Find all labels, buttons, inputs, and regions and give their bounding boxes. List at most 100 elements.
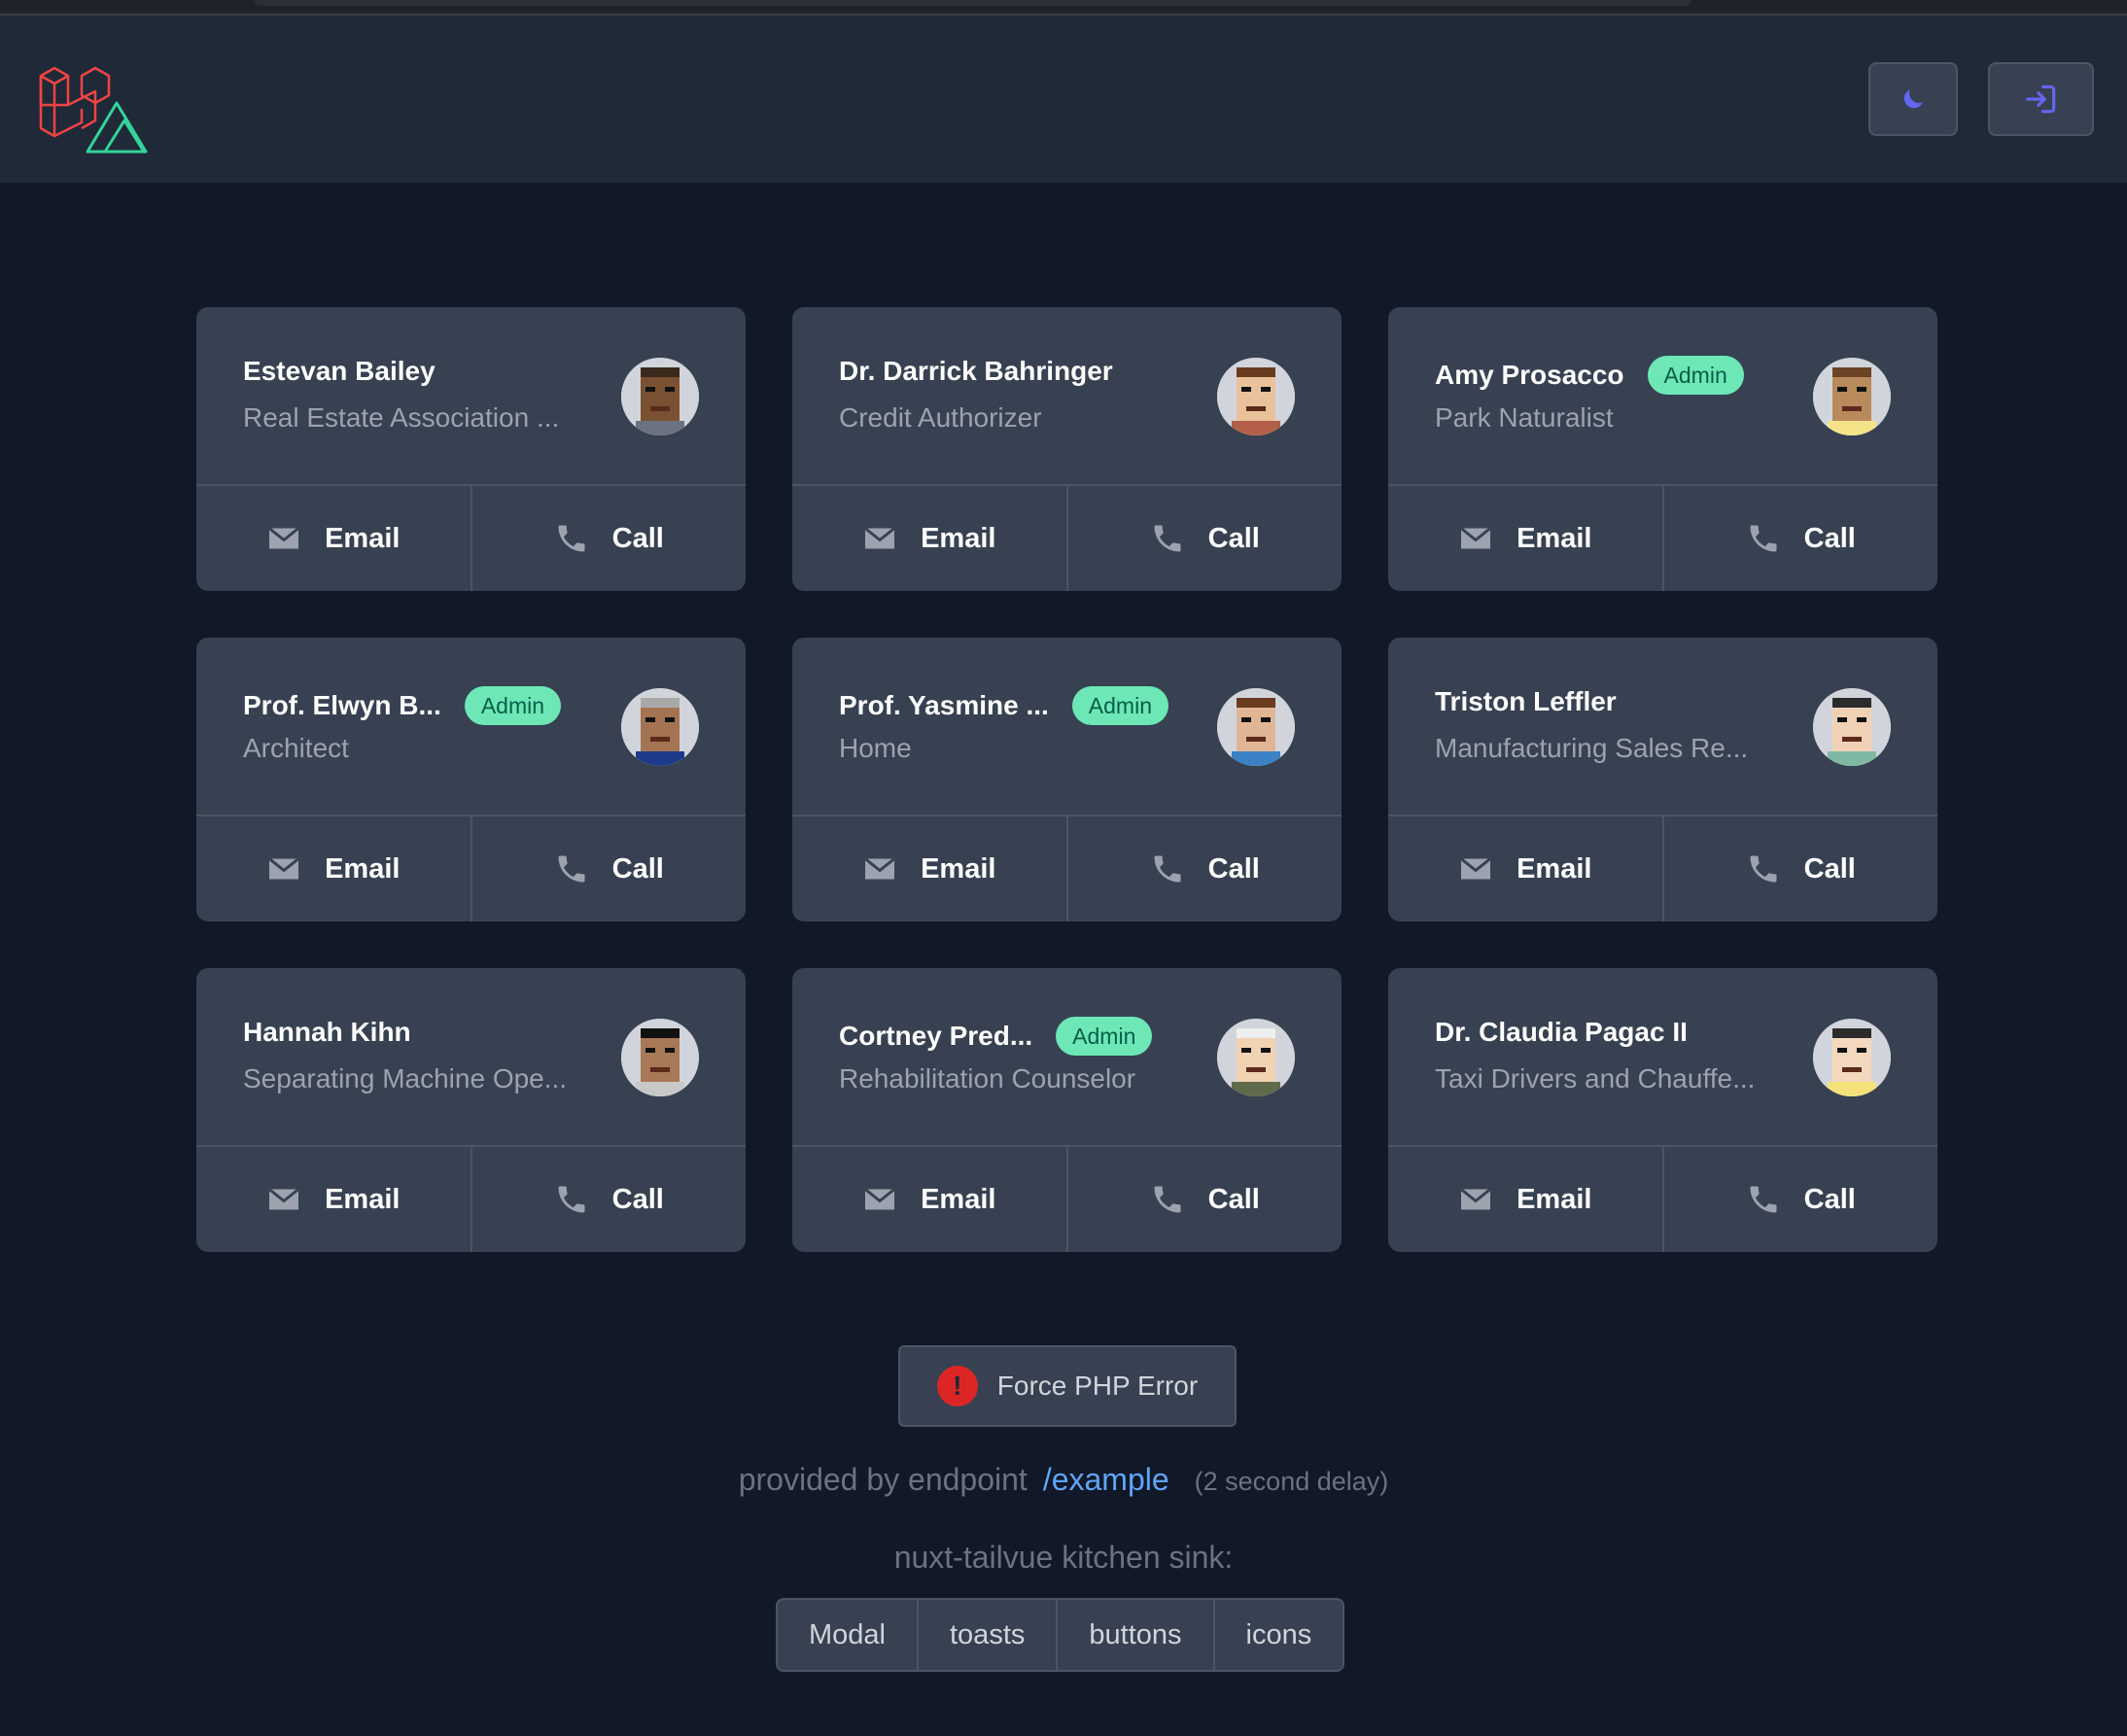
call-button[interactable]: Call — [1661, 1147, 1938, 1252]
call-button[interactable]: Call — [1661, 816, 1938, 921]
call-button[interactable]: Call — [470, 486, 747, 591]
user-card-info: Dr. Claudia Pagac II Taxi Drivers and Ch… — [1388, 968, 1937, 1147]
user-name-line: Amy Prosacco Admin — [1435, 356, 1744, 395]
user-name: Amy Prosacco — [1435, 360, 1624, 390]
user-card-info: Amy Prosacco Admin Park Naturalist — [1388, 307, 1937, 486]
app-header — [0, 16, 2127, 183]
admin-badge: Admin — [1647, 356, 1744, 395]
user-name: Dr. Darrick Bahringer — [839, 356, 1113, 386]
provided-text: provided by endpoint — [738, 1462, 1028, 1497]
phone-icon — [558, 855, 585, 883]
phone-icon — [1154, 1186, 1181, 1213]
email-button-label: Email — [1517, 522, 1592, 554]
email-button[interactable]: Email — [1388, 816, 1662, 921]
mail-icon — [864, 527, 895, 549]
user-name-line: Estevan Bailey — [243, 356, 436, 387]
admin-badge: Admin — [464, 686, 562, 725]
phone-icon — [1154, 855, 1181, 883]
user-card: Estevan Bailey Real Estate Association .… — [196, 307, 746, 591]
example-endpoint-link[interactable]: /example — [1043, 1462, 1169, 1498]
call-button[interactable]: Call — [470, 816, 747, 921]
laravel-nuxt-logo[interactable] — [39, 66, 156, 156]
user-card: Dr. Claudia Pagac II Taxi Drivers and Ch… — [1388, 968, 1937, 1252]
user-name: Prof. Elwyn B... — [243, 690, 441, 720]
login-button[interactable] — [1988, 62, 2094, 136]
user-name: Estevan Bailey — [243, 356, 436, 386]
user-job-title: Rehabilitation Counselor — [839, 1063, 1136, 1094]
phone-icon — [1750, 1186, 1777, 1213]
avatar-face — [1813, 688, 1891, 766]
call-button[interactable]: Call — [470, 1147, 747, 1252]
avatar — [621, 1019, 699, 1096]
email-button[interactable]: Email — [1388, 1147, 1662, 1252]
email-button[interactable]: Email — [792, 1147, 1066, 1252]
user-name: Dr. Claudia Pagac II — [1435, 1017, 1688, 1047]
email-button[interactable]: Email — [792, 486, 1066, 591]
user-card-info: Prof. Yasmine ... Admin Home — [792, 638, 1342, 816]
login-icon — [2025, 85, 2055, 114]
user-name-line: Triston Leffler — [1435, 686, 1617, 717]
avatar — [1813, 1019, 1891, 1096]
user-job-title: Taxi Drivers and Chauffe... — [1435, 1063, 1756, 1094]
call-button[interactable]: Call — [1065, 486, 1342, 591]
email-button[interactable]: Email — [1388, 486, 1662, 591]
mail-icon — [1460, 857, 1491, 880]
user-card-info: Prof. Elwyn B... Admin Architect — [196, 638, 746, 816]
call-button[interactable]: Call — [1661, 486, 1938, 591]
user-card: Prof. Elwyn B... Admin Architect Email C… — [196, 638, 746, 921]
user-card: Triston Leffler Manufacturing Sales Re..… — [1388, 638, 1937, 921]
kitchen-sink-item-buttons[interactable]: buttons — [1056, 1600, 1212, 1670]
user-name-line: Prof. Elwyn B... Admin — [243, 686, 562, 725]
email-button[interactable]: Email — [792, 816, 1066, 921]
email-button[interactable]: Email — [196, 1147, 471, 1252]
call-button-label: Call — [611, 522, 664, 554]
force-php-error-button[interactable]: ! Force PHP Error — [898, 1345, 1237, 1427]
user-card: Prof. Yasmine ... Admin Home Email Call — [792, 638, 1342, 921]
kitchen-sink-item-toasts[interactable]: toasts — [917, 1600, 1056, 1670]
user-job-title: Park Naturalist — [1435, 402, 1614, 433]
mail-icon — [268, 857, 299, 880]
email-button[interactable]: Email — [196, 486, 471, 591]
user-card-actions: Email Call — [196, 486, 746, 591]
avatar-face — [621, 358, 699, 435]
kitchen-sink-item-icons[interactable]: icons — [1212, 1600, 1343, 1670]
user-card-info: Estevan Bailey Real Estate Association .… — [196, 307, 746, 486]
user-card-actions: Email Call — [792, 816, 1342, 921]
user-card-actions: Email Call — [792, 1147, 1342, 1252]
call-button-label: Call — [1803, 522, 1856, 554]
user-name-line: Hannah Kihn — [243, 1017, 411, 1048]
user-card: Cortney Pred... Admin Rehabilitation Cou… — [792, 968, 1342, 1252]
user-name: Cortney Pred... — [839, 1021, 1033, 1051]
user-card-actions: Email Call — [1388, 816, 1937, 921]
user-card-actions: Email Call — [792, 486, 1342, 591]
phone-icon — [1154, 525, 1181, 552]
force-php-error-label: Force PHP Error — [996, 1371, 1199, 1401]
call-button[interactable]: Call — [1065, 816, 1342, 921]
delay-note: (2 second delay) — [1194, 1467, 1389, 1496]
avatar — [621, 688, 699, 766]
logo-icon — [39, 66, 148, 154]
call-button[interactable]: Call — [1065, 1147, 1342, 1252]
endpoint-info: provided by endpoint /example (2 second … — [0, 1462, 2127, 1498]
email-button[interactable]: Email — [196, 816, 471, 921]
user-card-actions: Email Call — [196, 816, 746, 921]
user-job-title: Manufacturing Sales Re... — [1435, 733, 1749, 763]
user-name: Prof. Yasmine ... — [839, 690, 1049, 720]
mail-icon — [268, 1188, 299, 1210]
email-button-label: Email — [921, 852, 996, 885]
avatar-face — [621, 1019, 699, 1096]
avatar — [621, 358, 699, 435]
mail-icon — [268, 527, 299, 549]
browser-url-bar-edge — [255, 0, 1691, 6]
email-button-label: Email — [325, 852, 401, 885]
kitchen-sink-item-modal[interactable]: Modal — [778, 1600, 917, 1670]
call-button-label: Call — [1207, 852, 1260, 885]
theme-toggle-button[interactable] — [1868, 62, 1958, 136]
call-button-label: Call — [1803, 1183, 1856, 1215]
user-card: Dr. Darrick Bahringer Credit Authorizer … — [792, 307, 1342, 591]
avatar-face — [621, 688, 699, 766]
kitchen-sink-nav: Modal toasts buttons icons — [776, 1598, 1345, 1672]
user-name: Triston Leffler — [1435, 686, 1617, 716]
user-card-actions: Email Call — [196, 1147, 746, 1252]
avatar — [1217, 358, 1295, 435]
